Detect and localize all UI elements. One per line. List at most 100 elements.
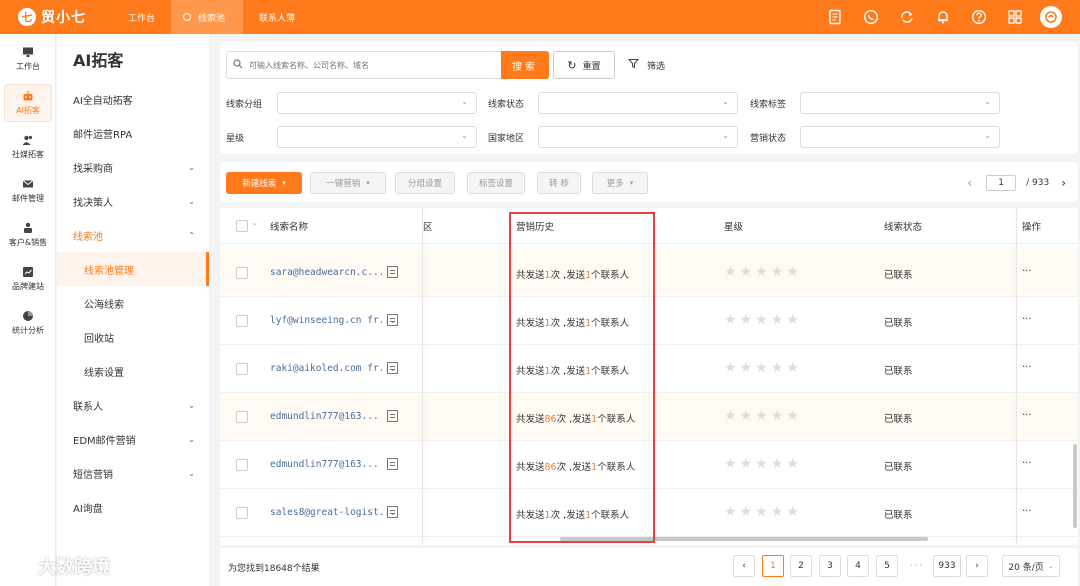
star-rating[interactable]: ★ ★ ★ ★ ★ xyxy=(724,264,802,280)
star-rating[interactable]: ★ ★ ★ ★ ★ xyxy=(724,360,802,376)
transfer-button[interactable]: 转 移 xyxy=(537,172,581,194)
star-icon[interactable]: ★ xyxy=(771,408,784,424)
sync-icon[interactable] xyxy=(896,6,918,28)
next-page-icon[interactable]: › xyxy=(1061,176,1066,190)
page-button-last[interactable]: 933 xyxy=(933,555,961,577)
rail-item-ai-prospecting[interactable]: AI拓客 xyxy=(4,84,52,122)
page-button-5[interactable]: 5 xyxy=(876,555,898,577)
page-button-1[interactable]: 1 xyxy=(762,555,784,577)
col-header-region[interactable]: 区 xyxy=(423,219,433,233)
star-icon[interactable]: ★ xyxy=(771,456,784,472)
select-lead-tags[interactable]: ⌄ xyxy=(800,92,1000,114)
one-click-marketing-button[interactable]: 一键营销 ▾ xyxy=(310,172,386,194)
group-settings-button[interactable]: 分组设置 xyxy=(395,172,455,194)
row-checkbox[interactable] xyxy=(236,459,248,471)
menu-item-public-leads[interactable]: 公海线索 xyxy=(57,286,209,320)
menu-item-lead-pool-manage[interactable]: 线索池管理 xyxy=(57,252,209,286)
prev-page-icon[interactable]: ‹ xyxy=(967,176,972,190)
reset-button[interactable]: ↻ 重置 xyxy=(553,51,615,79)
page-button-4[interactable]: 4 xyxy=(847,555,869,577)
document-icon[interactable] xyxy=(387,506,398,518)
document-icon[interactable] xyxy=(387,362,398,374)
row-actions-menu[interactable]: ... xyxy=(1022,503,1032,514)
filter-button[interactable]: 筛选 xyxy=(627,51,665,79)
star-icon[interactable]: ★ xyxy=(786,456,799,472)
star-icon[interactable]: ★ xyxy=(724,504,737,520)
vertical-scrollbar[interactable] xyxy=(1073,444,1077,528)
prev-page-button[interactable]: ‹ xyxy=(733,555,755,577)
document-icon[interactable] xyxy=(824,6,846,28)
menu-item-mail-rpa[interactable]: 邮件运营RPA xyxy=(57,116,209,150)
menu-item-contacts[interactable]: 联系人 ⌄ xyxy=(57,388,209,422)
lead-name-link[interactable]: raki@aikoled.com fr... xyxy=(270,363,396,374)
lead-name-link[interactable]: lyf@winseeing.cn fr... xyxy=(270,315,396,326)
menu-item-edm[interactable]: EDM邮件营销 ⌄ xyxy=(57,422,209,456)
page-button-3[interactable]: 3 xyxy=(819,555,841,577)
document-icon[interactable] xyxy=(387,458,398,470)
select-lead-status[interactable]: ⌄ xyxy=(538,92,738,114)
star-icon[interactable]: ★ xyxy=(740,360,753,376)
star-icon[interactable]: ★ xyxy=(724,456,737,472)
star-icon[interactable]: ★ xyxy=(771,264,784,280)
select-rating[interactable]: ⌄ xyxy=(277,126,477,148)
select-all-checkbox[interactable] xyxy=(236,220,248,232)
rail-item-mail[interactable]: 邮件管理 xyxy=(4,172,52,210)
star-icon[interactable]: ★ xyxy=(771,504,784,520)
row-actions-menu[interactable]: ... xyxy=(1022,359,1032,370)
topnav-lead-pool[interactable]: 线索池 xyxy=(171,0,244,34)
help-icon[interactable] xyxy=(968,6,990,28)
lead-name-link[interactable]: edmundlin777@163... xyxy=(270,459,379,470)
star-icon[interactable]: ★ xyxy=(786,504,799,520)
star-icon[interactable]: ★ xyxy=(740,264,753,280)
user-avatar[interactable] xyxy=(1040,6,1062,28)
star-icon[interactable]: ★ xyxy=(755,456,768,472)
star-icon[interactable]: ★ xyxy=(786,408,799,424)
row-checkbox[interactable] xyxy=(236,411,248,423)
star-icon[interactable]: ★ xyxy=(740,456,753,472)
star-icon[interactable]: ★ xyxy=(786,264,799,280)
menu-item-find-buyers[interactable]: 找采购商 ⌄ xyxy=(57,150,209,184)
next-page-button[interactable]: › xyxy=(966,555,988,577)
lead-name-link[interactable]: sales8@great-logist... xyxy=(270,507,396,518)
tag-settings-button[interactable]: 标签设置 xyxy=(467,172,525,194)
star-icon[interactable]: ★ xyxy=(771,360,784,376)
lead-name-link[interactable]: edmundlin777@163... xyxy=(270,411,379,422)
rail-item-brand-site[interactable]: 品牌建站 xyxy=(4,260,52,298)
select-lead-group[interactable]: ⌄ xyxy=(277,92,477,114)
star-icon[interactable]: ★ xyxy=(740,504,753,520)
menu-item-lead-settings[interactable]: 线索设置 xyxy=(57,354,209,388)
menu-item-ai-inquiry[interactable]: AI询盘 xyxy=(57,490,209,524)
star-rating[interactable]: ★ ★ ★ ★ ★ xyxy=(724,504,802,520)
menu-item-recycle-bin[interactable]: 回收站 xyxy=(57,320,209,354)
rail-item-statistics[interactable]: 统计分析 xyxy=(4,304,52,342)
select-country[interactable]: ⌄ xyxy=(538,126,738,148)
page-button-2[interactable]: 2 xyxy=(790,555,812,577)
star-icon[interactable]: ★ xyxy=(724,264,737,280)
star-rating[interactable]: ★ ★ ★ ★ ★ xyxy=(724,408,802,424)
star-icon[interactable]: ★ xyxy=(786,312,799,328)
new-lead-button[interactable]: 新建线索 ▾ xyxy=(226,172,302,194)
menu-item-find-decision-maker[interactable]: 找决策人 ⌄ xyxy=(57,184,209,218)
document-icon[interactable] xyxy=(387,410,398,422)
star-icon[interactable]: ★ xyxy=(755,408,768,424)
row-actions-menu[interactable]: ... xyxy=(1022,263,1032,274)
app-logo[interactable]: 七 贸小七 xyxy=(0,7,112,27)
row-actions-menu[interactable]: ... xyxy=(1022,455,1032,466)
document-icon[interactable] xyxy=(387,314,398,326)
row-actions-menu[interactable]: ... xyxy=(1022,311,1032,322)
star-icon[interactable]: ★ xyxy=(740,312,753,328)
rail-item-customers[interactable]: 客户&销售 xyxy=(4,216,52,254)
page-size-select[interactable]: 20 条/页 ⌄ xyxy=(1002,555,1060,577)
row-checkbox[interactable] xyxy=(236,507,248,519)
menu-item-ai-auto[interactable]: AI全自动拓客 xyxy=(57,82,209,116)
star-icon[interactable]: ★ xyxy=(724,360,737,376)
row-checkbox[interactable] xyxy=(236,363,248,375)
star-icon[interactable]: ★ xyxy=(724,408,737,424)
page-ellipsis[interactable]: ··· xyxy=(904,555,930,577)
star-icon[interactable]: ★ xyxy=(755,264,768,280)
apps-grid-icon[interactable] xyxy=(1004,6,1026,28)
star-rating[interactable]: ★ ★ ★ ★ ★ xyxy=(724,312,802,328)
menu-item-sms[interactable]: 短信营销 ⌄ xyxy=(57,456,209,490)
col-header-rating[interactable]: 星级 xyxy=(724,219,743,233)
rail-item-workbench[interactable]: 工作台 xyxy=(4,40,52,78)
